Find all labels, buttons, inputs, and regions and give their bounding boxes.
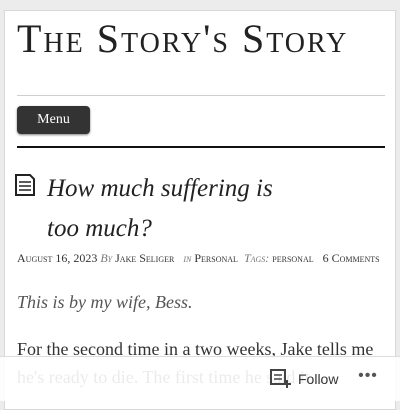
tags-label: Tags: [243,251,270,265]
post-lead: This is by my wife, Bess. [17,292,193,312]
by-label: By [100,251,113,265]
menu-button[interactable]: Menu [17,106,90,134]
more-options-icon[interactable]: ••• [356,367,380,387]
follow-button[interactable]: Follow [270,369,338,389]
follow-icon [270,369,291,388]
category-link[interactable]: Personal [194,251,238,265]
document-icon [15,174,35,196]
post-title-line: How much suffering is [47,175,273,202]
comments-link[interactable]: 6 Comments [323,251,380,265]
post-date[interactable]: August 16, 2023 [17,251,97,265]
in-label: in [183,251,192,265]
post-title[interactable]: How much suffering is too much? [47,169,377,249]
post-meta: August 16, 2023 By Jake Seliger in Perso… [17,249,387,267]
post-title-line: too much? [47,215,152,242]
follow-label: Follow [298,371,339,387]
divider [17,95,385,96]
page: The Story's Story Menu How much sufferin… [4,10,396,410]
tag-link[interactable]: personal [272,251,313,265]
author-link[interactable]: Jake Seliger [115,251,174,265]
site-title[interactable]: The Story's Story [17,17,387,61]
follow-bar: Follow ••• [0,356,400,401]
divider [17,146,385,148]
